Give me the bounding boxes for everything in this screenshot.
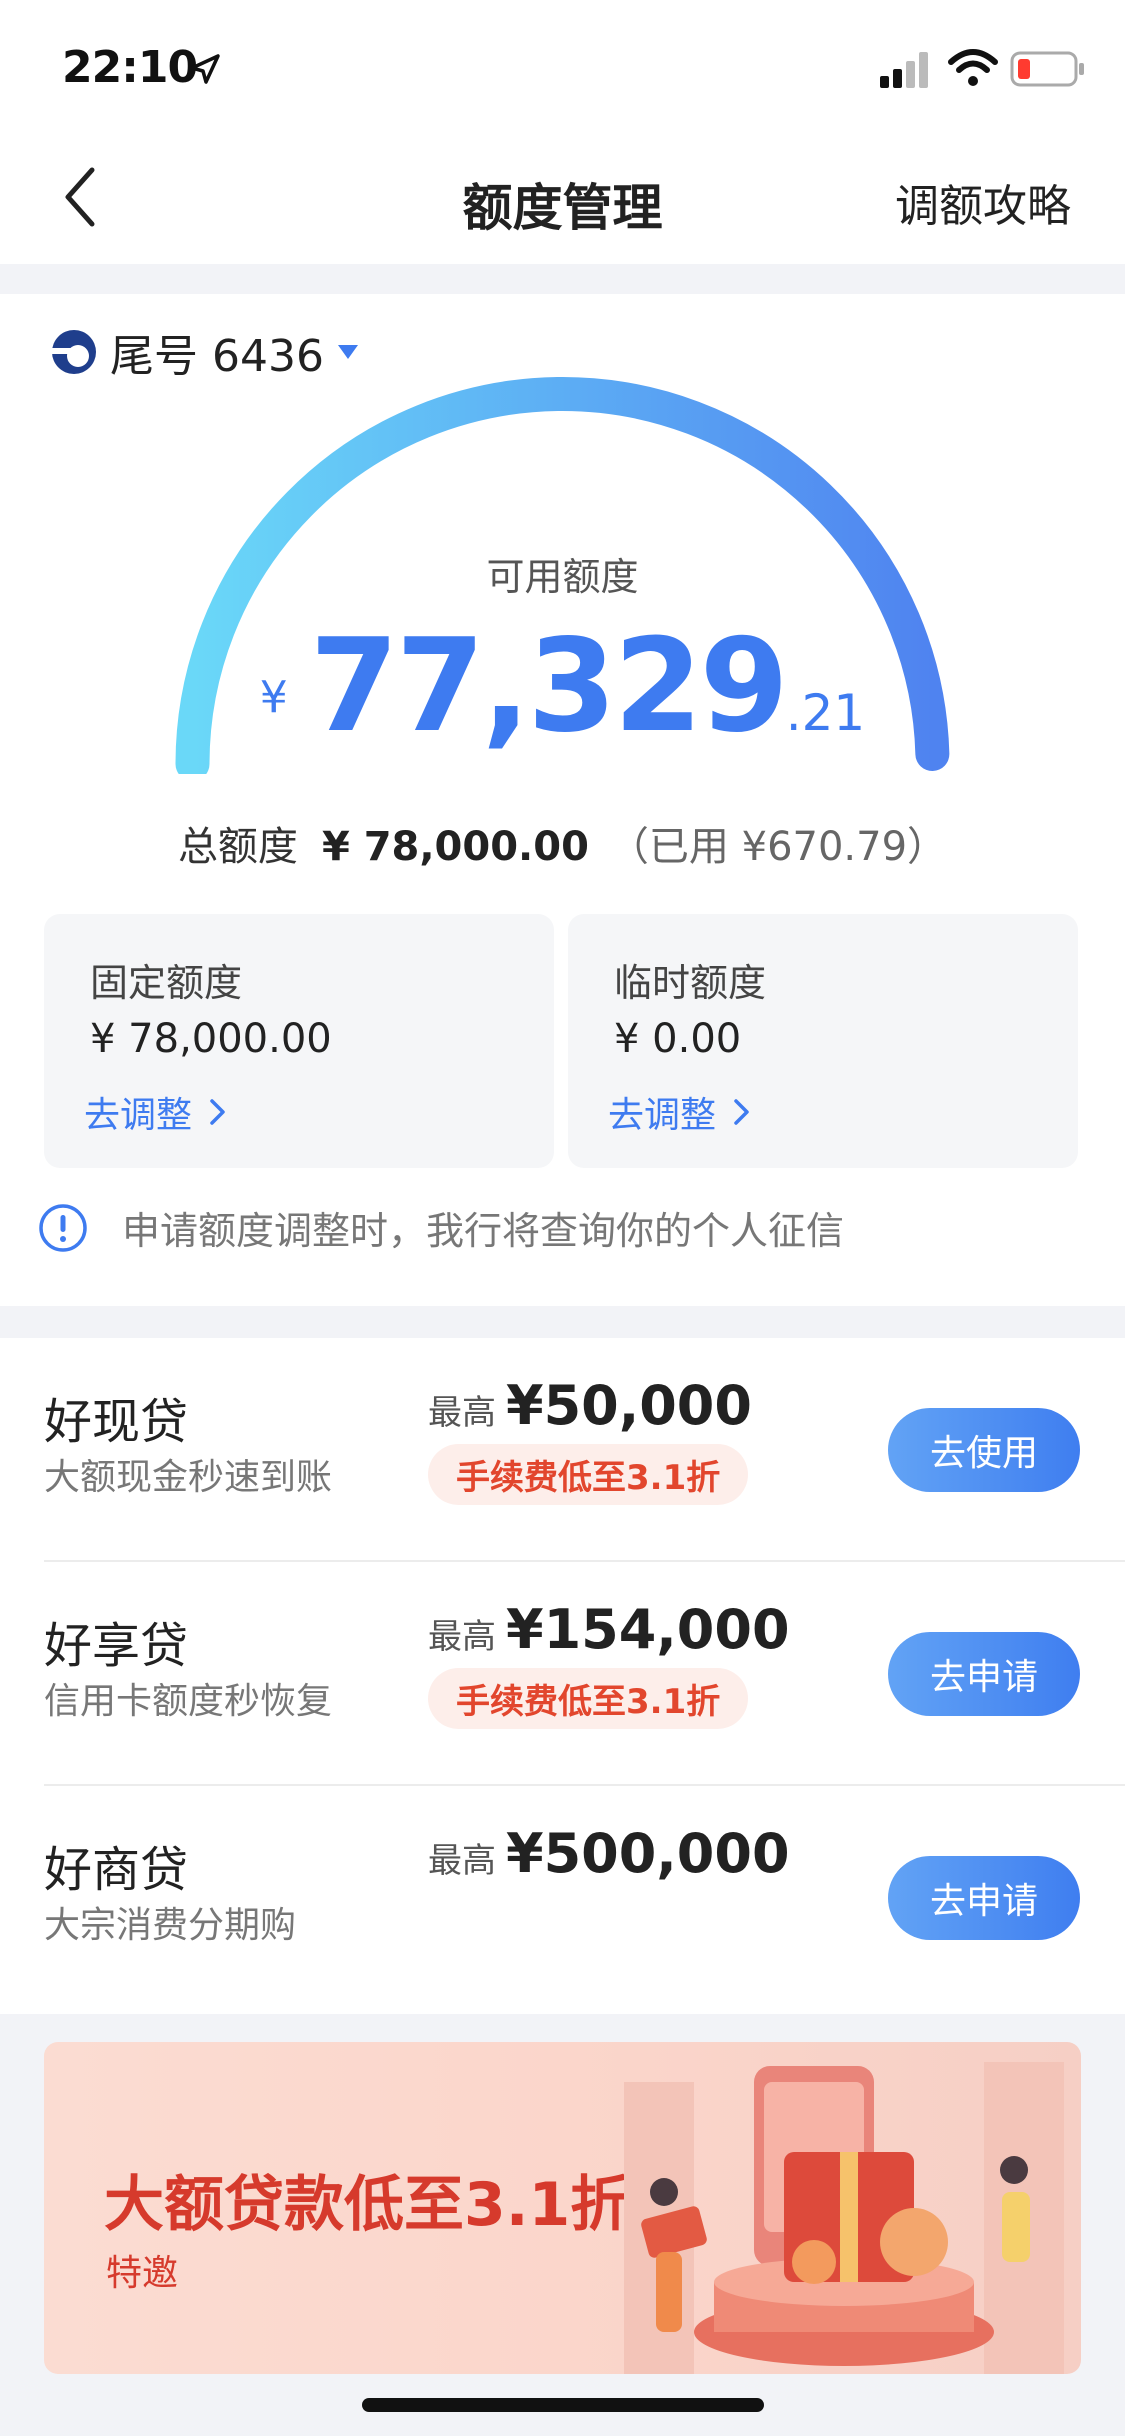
adjust-fixed-limit-link[interactable]: 去调整 — [84, 1086, 228, 1138]
fixed-limit-box: 固定额度 ¥ 78,000.00 去调整 — [44, 914, 554, 1168]
wifi-icon — [948, 49, 998, 86]
loan-description: 信用卡额度秒恢复 — [44, 1681, 333, 1722]
home-indicator — [362, 2398, 764, 2412]
loan-item-haoshangdai: 好商贷 大宗消费分期购 最高 ¥500,000 去申请 — [0, 1786, 1125, 2010]
total-limit-label: 总额度 — [177, 824, 298, 870]
status-time: 22:10 — [62, 42, 198, 93]
apply-loan-button[interactable]: 去申请 — [888, 1632, 1080, 1716]
gift-illustration — [624, 2062, 1064, 2374]
loan-item-haoxiangdai: 好享贷 信用卡额度秒恢复 最高 ¥154,000 手续费低至3.1折 去申请 — [0, 1562, 1125, 1786]
apply-loan-button[interactable]: 去申请 — [888, 1856, 1080, 1940]
dropdown-caret-icon — [337, 345, 358, 359]
adjust-link-label: 去调整 — [84, 1095, 193, 1136]
limit-strategy-link[interactable]: 调额攻略 — [895, 170, 1071, 234]
loan-max-amount: 最高 ¥154,000 — [428, 1598, 790, 1661]
loan-name: 好商贷 — [44, 1842, 189, 1898]
max-value: ¥154,000 — [506, 1598, 790, 1661]
loan-max-amount: 最高 ¥50,000 — [428, 1374, 752, 1437]
max-label: 最高 — [428, 1841, 496, 1881]
bank-logo-icon — [52, 330, 96, 374]
loan-products-list: 好现贷 大额现金秒速到账 最高 ¥50,000 手续费低至3.1折 去使用 好享… — [0, 1338, 1125, 2014]
battery-icon — [1010, 51, 1084, 87]
fixed-limit-value: ¥ 78,000.00 — [90, 1016, 332, 1062]
loan-item-haoxiandai: 好现贷 大额现金秒速到账 最高 ¥50,000 手续费低至3.1折 去使用 — [0, 1338, 1125, 1562]
promo-banner[interactable]: 大额贷款低至3.1折 特邀 — [44, 2042, 1081, 2374]
max-label: 最高 — [428, 1393, 496, 1433]
status-bar: 22:10 — [0, 0, 1125, 132]
currency-symbol: ¥ — [259, 672, 288, 723]
max-label: 最高 — [428, 1617, 496, 1657]
fixed-limit-title: 固定额度 — [90, 961, 243, 1005]
adjust-link-label: 去调整 — [608, 1095, 717, 1136]
total-limit-line: 总额度 ¥ 78,000.00 （已用 ¥670.79） — [0, 814, 1125, 872]
max-value: ¥500,000 — [506, 1822, 790, 1885]
loan-max-amount: 最高 ¥500,000 — [428, 1822, 790, 1885]
chevron-right-icon — [210, 1099, 225, 1125]
location-arrow-icon — [190, 54, 220, 84]
promo-title: 大额贷款低至3.1折 — [104, 2170, 631, 2240]
temporary-limit-title: 临时额度 — [614, 961, 767, 1005]
max-value: ¥50,000 — [506, 1374, 752, 1437]
temporary-limit-box: 临时额度 ¥ 0.00 去调整 — [568, 914, 1078, 1168]
fee-discount-badge: 手续费低至3.1折 — [428, 1444, 749, 1505]
chevron-right-icon — [734, 1099, 749, 1125]
adjust-temporary-limit-link[interactable]: 去调整 — [608, 1086, 752, 1138]
loan-name: 好现贷 — [44, 1394, 189, 1450]
available-limit-label: 可用额度 — [486, 555, 639, 599]
credit-check-notice: 申请额度调整时，我行将查询你的个人征信 — [38, 1200, 844, 1255]
info-icon — [39, 1203, 87, 1252]
available-integer: 77,329 — [309, 612, 789, 761]
available-decimal: .21 — [785, 684, 866, 742]
loan-description: 大额现金秒速到账 — [44, 1457, 333, 1498]
credit-limit-card: 尾号 6436 可用额度 ¥77,329.21 总额度 ¥ 78,000.00 （已… — [0, 294, 1125, 1306]
temporary-limit-value: ¥ 0.00 — [614, 1016, 742, 1062]
navigation-bar: 额度管理 调额攻略 — [0, 132, 1125, 264]
fee-discount-badge: 手续费低至3.1折 — [428, 1668, 749, 1729]
signal-icon — [880, 52, 928, 88]
total-limit-value: ¥ 78,000.00 — [321, 824, 589, 870]
used-amount: （已用 ¥670.79） — [608, 824, 948, 870]
available-limit-amount: ¥77,329.21 — [0, 612, 1125, 761]
loan-description: 大宗消费分期购 — [44, 1905, 297, 1946]
notice-text: 申请额度调整时，我行将查询你的个人征信 — [122, 1209, 845, 1253]
promo-subtitle: 特邀 — [106, 2253, 179, 2294]
use-loan-button[interactable]: 去使用 — [888, 1408, 1080, 1492]
loan-name: 好享贷 — [44, 1618, 189, 1674]
